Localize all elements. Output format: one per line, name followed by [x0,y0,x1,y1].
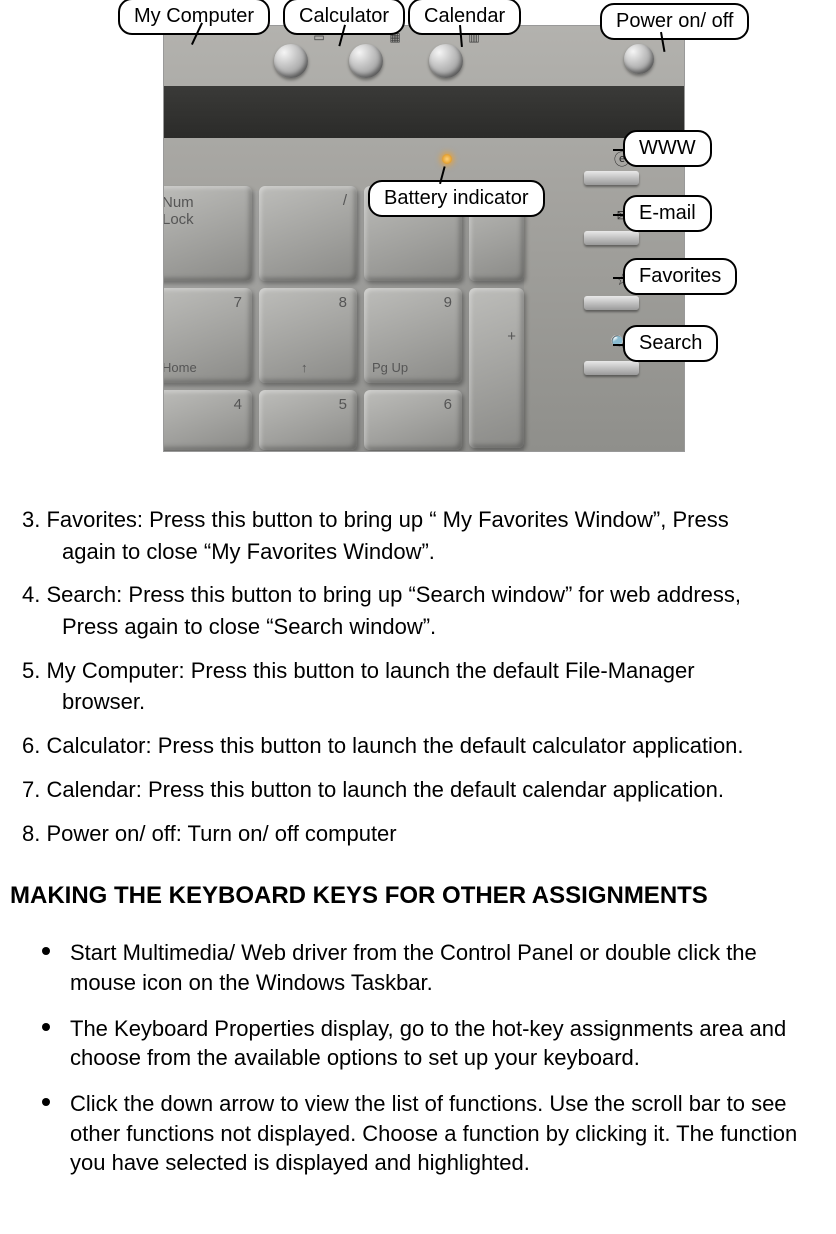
item-6: 6. Calculator: Press this button to laun… [22,731,826,761]
callout-my-computer: My Computer [118,0,270,35]
battery-led-icon [442,154,452,164]
callout-battery: Battery indicator [368,180,545,217]
key-9: 9Pg Up [364,288,462,383]
keyboard-photo: ▭ ▦ ▥ ⓔ ✉ ☆ 🔍 Num Lock / * - 7Home 8↑ 9P… [163,25,685,452]
callout-www: WWW [623,130,712,167]
item-4: 4. Search: Press this button to bring up… [22,580,826,641]
keypad-area: Num Lock / * - 7Home 8↑ 9Pg Up + 4 5 6 [164,191,524,451]
callout-search: Search [623,325,718,362]
power-hotkey [624,44,654,74]
favorites-hotkey [584,296,639,310]
bullet-list: Start Multimedia/ Web driver from the Co… [42,938,826,1178]
key-slash: / [259,186,357,281]
key-5: 5 [259,390,357,450]
item-8: 8. Power on/ off: Turn on/ off computer [22,819,826,849]
key-plus: + [469,288,524,448]
key-4: 4 [163,390,252,450]
display-strip [164,86,684,138]
www-hotkey [584,171,639,185]
keyboard-figure: ▭ ▦ ▥ ⓔ ✉ ☆ 🔍 Num Lock / * - 7Home 8↑ 9P… [68,0,768,465]
search-hotkey [584,361,639,375]
calendar-hotkey [429,44,463,78]
key-6: 6 [364,390,462,450]
key-7: 7Home [163,288,252,383]
bullet-3: Click the down arrow to view the list of… [42,1089,826,1178]
item-3: 3. Favorites: Press this button to bring… [22,505,826,566]
callout-power: Power on/ off [600,3,749,40]
email-hotkey [584,231,639,245]
callout-calendar: Calendar [408,0,521,35]
bullet-1: Start Multimedia/ Web driver from the Co… [42,938,826,997]
bullet-2: The Keyboard Properties display, go to t… [42,1014,826,1073]
callout-email: E-mail [623,195,712,232]
key-8: 8↑ [259,288,357,383]
callout-calculator: Calculator [283,0,405,35]
key-num-lock: Num Lock [163,186,252,281]
instruction-list: 3. Favorites: Press this button to bring… [10,505,826,848]
my-computer-hotkey [274,44,308,78]
item-7: 7. Calendar: Press this button to launch… [22,775,826,805]
item-5: 5. My Computer: Press this button to lau… [22,656,826,717]
calculator-hotkey [349,44,383,78]
section-heading: MAKING THE KEYBOARD KEYS FOR OTHER ASSIG… [10,882,826,910]
callout-favorites: Favorites [623,258,737,295]
